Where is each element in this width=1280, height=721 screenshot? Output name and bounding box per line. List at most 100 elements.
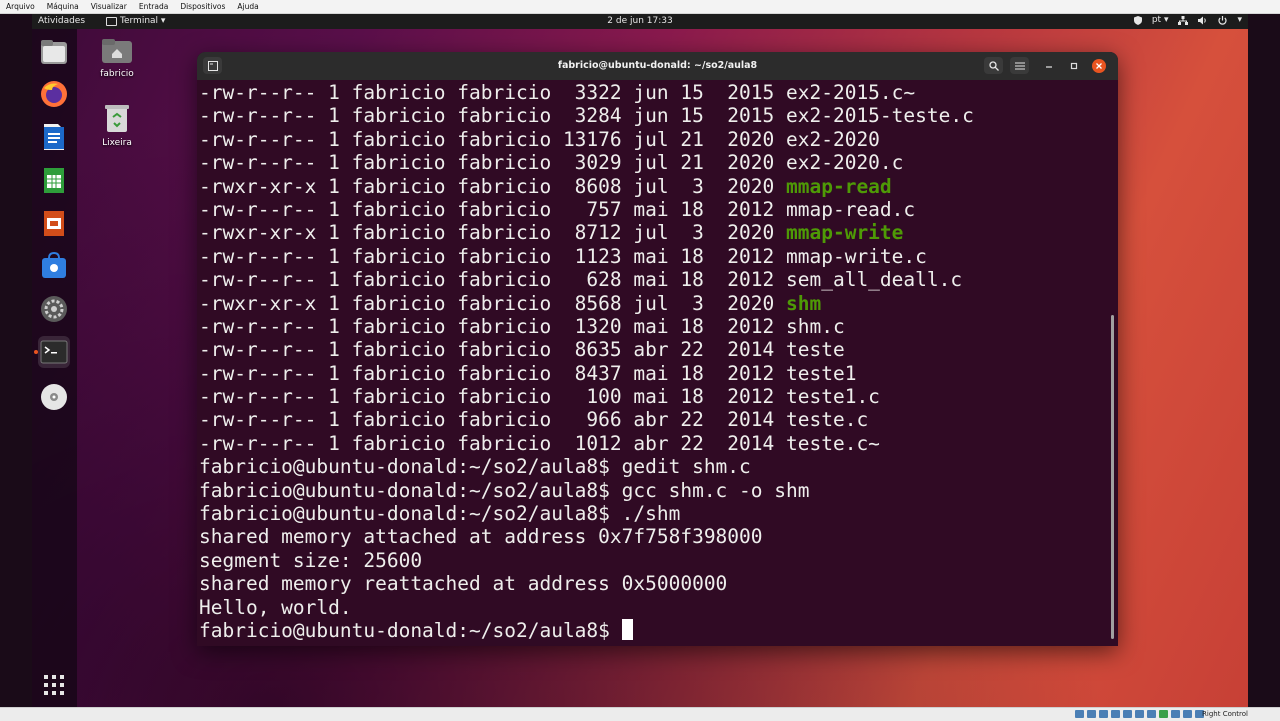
hdd-status-icon[interactable] (1075, 710, 1084, 718)
desktop-trash[interactable]: Lixeira (92, 103, 142, 148)
vm-screen: Atividades Terminal ▾ 2 de jun 17:33 pt … (32, 14, 1248, 707)
ls-row-meta: -rw-r--r-- 1 fabricio fabricio 13176 jul… (199, 127, 786, 151)
minimize-button[interactable] (1042, 59, 1056, 73)
vbox-menu-item[interactable]: Ajuda (231, 2, 264, 11)
program-output: segment size: 25600 (199, 549, 1104, 572)
recording-status-icon[interactable] (1159, 710, 1168, 718)
home-folder-label: fabricio (100, 69, 134, 79)
close-button[interactable] (1092, 59, 1106, 73)
shell-command: gcc shm.c -o shm (621, 478, 810, 502)
vbox-menu-item[interactable]: Entrada (133, 2, 174, 11)
dock-firefox[interactable] (38, 78, 70, 110)
host-key-label: Right Control (1202, 710, 1248, 718)
system-menu-chevron-icon[interactable]: ▾ (1237, 15, 1242, 25)
ls-row-meta: -rw-r--r-- 1 fabricio fabricio 628 mai 1… (199, 268, 786, 292)
dock-software[interactable] (38, 250, 70, 282)
settings-icon (41, 296, 67, 322)
terminal-output[interactable]: -rw-r--r-- 1 fabricio fabricio 3322 jun … (199, 81, 1104, 646)
menu-button[interactable] (1010, 57, 1029, 74)
desktop-home-folder[interactable]: fabricio (92, 38, 142, 79)
terminal-headerbar[interactable]: fabricio@ubuntu-donald: ~/so2/aula8 (197, 52, 1118, 80)
ls-row: -rw-r--r-- 1 fabricio fabricio 757 mai 1… (199, 198, 1104, 221)
program-output: shared memory reattached at address 0x50… (199, 572, 1104, 595)
ls-file-name: teste (786, 338, 845, 362)
ls-row: -rw-r--r-- 1 fabricio fabricio 8437 mai … (199, 362, 1104, 385)
mouse-integration-status-icon[interactable] (1183, 710, 1192, 718)
dock-writer[interactable] (38, 121, 70, 153)
ls-row: -rw-r--r-- 1 fabricio fabricio 966 abr 2… (199, 408, 1104, 431)
vbox-status-bar: Right Control (0, 707, 1280, 721)
dock-files[interactable] (38, 36, 70, 68)
network-status-icon[interactable] (1111, 710, 1120, 718)
vbox-menu-item[interactable]: Arquivo (0, 2, 41, 11)
search-button[interactable] (984, 57, 1003, 74)
usb-status-icon[interactable] (1123, 710, 1132, 718)
power-icon[interactable] (1218, 15, 1228, 25)
shell-prompt: fabricio@ubuntu-donald:~/so2/aula8$ (199, 478, 622, 502)
ls-row: -rw-r--r-- 1 fabricio fabricio 1012 abr … (199, 432, 1104, 455)
current-prompt-line[interactable]: fabricio@ubuntu-donald:~/so2/aula8$ (199, 618, 1104, 642)
maximize-button[interactable] (1067, 59, 1081, 73)
shield-icon[interactable] (1133, 15, 1142, 25)
ls-file-name: teste1 (786, 361, 857, 385)
audio-status-icon[interactable] (1099, 710, 1108, 718)
ls-row-meta: -rwxr-xr-x 1 fabricio fabricio 8608 jul … (199, 174, 786, 198)
maximize-icon (1070, 62, 1078, 70)
vbox-menu-item[interactable]: Dispositivos (174, 2, 231, 11)
shell-prompt: fabricio@ubuntu-donald:~/so2/aula8$ (199, 618, 622, 642)
ls-row-meta: -rw-r--r-- 1 fabricio fabricio 1012 abr … (199, 431, 786, 455)
output-text: shared memory reattached at address 0x50… (199, 572, 728, 596)
optical-status-icon[interactable] (1087, 710, 1096, 718)
firefox-icon (41, 81, 67, 107)
ls-row: -rwxr-xr-x 1 fabricio fabricio 8568 jul … (199, 292, 1104, 315)
shell-command: ./shm (621, 502, 681, 526)
ls-row-meta: -rw-r--r-- 1 fabricio fabricio 3029 jul … (199, 151, 786, 175)
network-icon[interactable] (1178, 15, 1189, 25)
dock-impress[interactable] (38, 207, 70, 239)
language-indicator[interactable]: pt ▾ (1152, 15, 1169, 25)
show-applications-button[interactable] (38, 669, 70, 701)
clock[interactable]: 2 de jun 17:33 (32, 16, 1248, 26)
output-text: Hello, world. (199, 595, 352, 619)
ls-row-meta: -rw-r--r-- 1 fabricio fabricio 757 mai 1… (199, 197, 786, 221)
top-bar: Atividades Terminal ▾ 2 de jun 17:33 pt … (32, 14, 1248, 29)
dock-calc[interactable] (38, 164, 70, 196)
dock-terminal[interactable] (38, 336, 70, 368)
system-tray[interactable]: pt ▾ ▾ (1133, 15, 1242, 25)
terminal-window[interactable]: fabricio@ubuntu-donald: ~/so2/aula8 -rw-… (197, 52, 1118, 646)
terminal-icon (40, 340, 68, 364)
ls-row-meta: -rw-r--r-- 1 fabricio fabricio 100 mai 1… (199, 385, 786, 409)
dock-dvd[interactable] (38, 381, 70, 413)
window-title: fabricio@ubuntu-donald: ~/so2/aula8 (557, 60, 758, 71)
ls-row: -rw-r--r-- 1 fabricio fabricio 13176 jul… (199, 128, 1104, 151)
output-text: shared memory attached at address 0x7f75… (199, 525, 763, 549)
shared-folders-status-icon[interactable] (1135, 710, 1144, 718)
ls-file-name: mmap-read.c (786, 197, 916, 221)
command-line: fabricio@ubuntu-donald:~/so2/aula8$ gedi… (199, 455, 1104, 478)
display-status-icon[interactable] (1147, 710, 1156, 718)
dock-settings[interactable] (38, 293, 70, 325)
ls-file-name: teste1.c (786, 385, 880, 409)
software-icon (42, 252, 66, 278)
ls-row-meta: -rw-r--r-- 1 fabricio fabricio 966 abr 2… (199, 408, 786, 432)
ls-row: -rw-r--r-- 1 fabricio fabricio 3029 jul … (199, 151, 1104, 174)
vbox-menu-item[interactable]: Visualizar (85, 2, 133, 11)
ls-row: -rw-r--r-- 1 fabricio fabricio 628 mai 1… (199, 268, 1104, 291)
hamburger-menu-icon (1014, 62, 1025, 69)
search-icon (988, 60, 999, 71)
program-output: shared memory attached at address 0x7f75… (199, 525, 1104, 548)
command-line: fabricio@ubuntu-donald:~/so2/aula8$ gcc … (199, 479, 1104, 502)
shell-prompt: fabricio@ubuntu-donald:~/so2/aula8$ (199, 502, 622, 526)
ls-row-meta: -rwxr-xr-x 1 fabricio fabricio 8712 jul … (199, 221, 786, 245)
vbox-menu-item[interactable]: Máquina (41, 2, 85, 11)
ls-row-meta: -rw-r--r-- 1 fabricio fabricio 1123 mai … (199, 244, 786, 268)
ls-row-meta: -rwxr-xr-x 1 fabricio fabricio 8568 jul … (199, 291, 786, 315)
ls-row-meta: -rw-r--r-- 1 fabricio fabricio 8437 mai … (199, 361, 786, 385)
scrollbar[interactable] (1111, 315, 1114, 639)
ls-row: -rwxr-xr-x 1 fabricio fabricio 8608 jul … (199, 175, 1104, 198)
disc-icon (41, 384, 67, 410)
shell-command: gedit shm.c (621, 455, 751, 479)
volume-icon[interactable] (1198, 16, 1208, 25)
virtualization-status-icon[interactable] (1171, 710, 1180, 718)
ls-file-name: ex2-2020 (786, 127, 880, 151)
